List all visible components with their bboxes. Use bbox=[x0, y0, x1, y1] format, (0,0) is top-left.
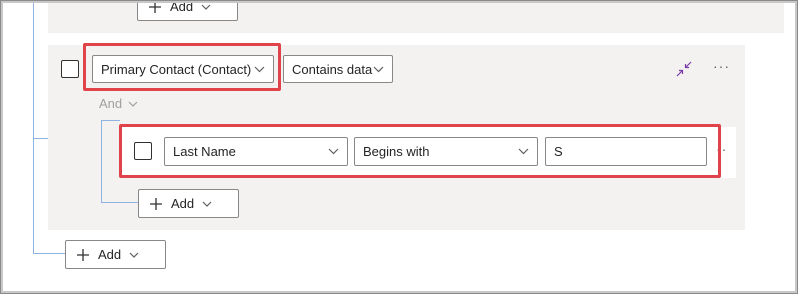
collapse-icon[interactable] bbox=[675, 60, 693, 78]
bottom-add-button[interactable]: Add bbox=[65, 240, 166, 269]
nested-row-checkbox[interactable] bbox=[134, 142, 152, 160]
nested-field-value: Last Name bbox=[173, 144, 236, 159]
tree-line-inner-bottom bbox=[101, 202, 138, 203]
previous-add-button[interactable]: Add bbox=[137, 0, 238, 21]
nested-operator-value: Begins with bbox=[363, 144, 430, 159]
chevron-down-icon bbox=[202, 201, 212, 207]
bottom-add-label: Add bbox=[98, 247, 122, 262]
chevron-down-icon bbox=[129, 252, 139, 258]
plus-icon bbox=[149, 197, 163, 211]
chevron-down-icon bbox=[518, 148, 529, 155]
chevron-down-icon bbox=[254, 66, 265, 73]
tree-line-outer-vertical bbox=[33, 0, 34, 253]
and-label: And bbox=[99, 96, 123, 111]
primary-contact-field-dropdown[interactable]: Primary Contact (Contact) bbox=[92, 55, 274, 83]
group-row-checkbox[interactable] bbox=[61, 60, 79, 78]
group-add-button[interactable]: Add bbox=[138, 189, 239, 218]
tree-line-inner-top bbox=[101, 120, 120, 121]
last-name-field-dropdown[interactable]: Last Name bbox=[164, 137, 348, 166]
previous-add-label: Add bbox=[170, 0, 194, 14]
tree-line-outer-top bbox=[33, 138, 48, 139]
chevron-down-icon bbox=[373, 66, 384, 73]
begins-with-operator-dropdown[interactable]: Begins with bbox=[354, 137, 538, 166]
chevron-down-icon bbox=[128, 101, 138, 107]
nested-more-options-icon[interactable]: ·· bbox=[716, 141, 727, 157]
plus-icon bbox=[148, 0, 162, 14]
operator-dropdown[interactable]: Contains data bbox=[283, 55, 393, 83]
value-input-text: S bbox=[554, 144, 563, 159]
and-group-operator[interactable]: And bbox=[99, 96, 138, 111]
chevron-down-icon bbox=[201, 4, 211, 10]
group-more-options-icon[interactable]: ··· bbox=[713, 58, 730, 74]
tree-line-inner-vertical bbox=[101, 120, 102, 202]
value-input[interactable]: S bbox=[545, 137, 707, 166]
chevron-down-icon bbox=[328, 148, 339, 155]
operator-dropdown-value: Contains data bbox=[292, 61, 373, 77]
tree-line-outer-bottom bbox=[33, 253, 65, 254]
plus-icon bbox=[76, 248, 90, 262]
group-add-label: Add bbox=[171, 196, 195, 211]
field-dropdown-value: Primary Contact (Contact) bbox=[101, 61, 252, 77]
